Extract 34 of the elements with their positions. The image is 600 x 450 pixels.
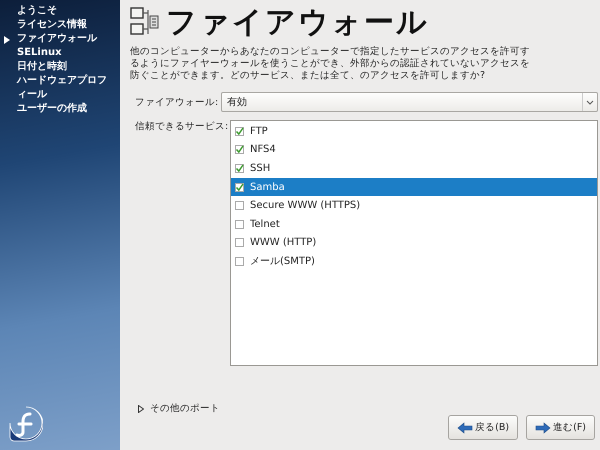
sidebar-item: SELinux (17, 46, 63, 60)
services-label: 信頼できるサービス: (135, 120, 226, 134)
page-title: ファイアウォール (166, 4, 429, 42)
checkbox[interactable] (235, 201, 244, 210)
service-item[interactable]: Secure WWW (HTTPS) (231, 196, 597, 215)
checkbox[interactable] (235, 238, 244, 248)
service-item[interactable]: FTP (231, 122, 597, 141)
service-item[interactable]: NFS4 (231, 140, 597, 160)
sidebar-item: ライセンス情報 (17, 18, 88, 32)
service-item[interactable]: メール(SMTP) (231, 252, 597, 271)
forward-button[interactable]: 進む(F) (526, 415, 595, 440)
sidebar-item: ユーザーの作成 (17, 102, 88, 116)
sidebar-item: ようこそ (17, 4, 58, 18)
checkbox[interactable] (235, 126, 244, 136)
firewall-label: ファイアウォール: (135, 96, 217, 108)
logo-icon (9, 406, 43, 442)
other-ports-expander[interactable]: その他のポート (138, 402, 598, 415)
checkbox[interactable] (235, 164, 244, 173)
checkbox[interactable] (235, 256, 244, 266)
service-item[interactable]: Telnet (231, 214, 597, 234)
arrow-icon (457, 422, 474, 434)
sidebar-item: 日付と時刻 (17, 60, 68, 74)
service-item[interactable]: SSH (231, 159, 597, 178)
arrow-icon (535, 422, 552, 434)
sidebar-item: ファイアウォール (17, 32, 98, 46)
checkbox[interactable] (235, 182, 244, 192)
firewall-dropdown[interactable]: 有効 (221, 92, 598, 112)
checkbox[interactable] (235, 220, 244, 229)
sidebar-item: ハードウェアプロフィール (17, 74, 108, 102)
service-item[interactable]: Samba (231, 178, 597, 196)
back-button[interactable]: 戻る(B) (448, 415, 518, 440)
description-text: 他のコンピューターからあなたのコンピューターで指定したサービスのアクセスを許可するようにファイヤーウォールを使うことができ、外部からの認証されていないアクセスを防ぐことができます。どのサービス、または全て、のアクセスを許可しますか? (130, 46, 530, 82)
checkbox[interactable] (235, 145, 244, 154)
service-item[interactable]: WWW (HTTP) (231, 234, 597, 252)
